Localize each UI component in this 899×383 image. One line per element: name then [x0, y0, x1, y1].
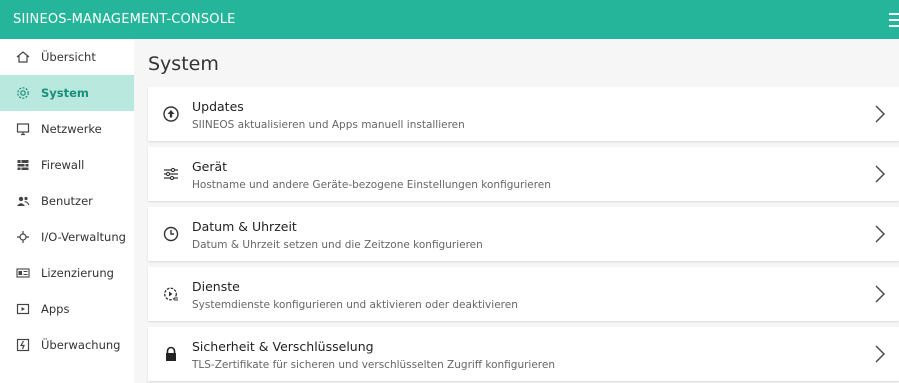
chevron-right-icon — [875, 345, 885, 363]
sidebar-item-netzwerke[interactable]: Netzwerke — [0, 111, 134, 147]
chevron-right-icon — [875, 225, 885, 243]
card-title: Datum & Uhrzeit — [192, 219, 297, 234]
sliders-icon — [164, 167, 178, 181]
card-title: Updates — [192, 99, 244, 114]
sidebar-item-label: Firewall — [41, 158, 85, 172]
card-updates[interactable]: Updates SIINEOS aktualisieren und Apps m… — [148, 87, 899, 141]
card-geraet[interactable]: Gerät Hostname und andere Geräte-bezogen… — [148, 147, 899, 201]
card-description: Hostname und andere Geräte-bezogene Eins… — [192, 179, 551, 191]
upload-icon — [163, 106, 179, 122]
io-icon — [17, 231, 29, 243]
monitor-icon — [16, 123, 30, 136]
apps-icon — [16, 303, 30, 315]
card-description: Systemdienste konfigurieren und aktivier… — [192, 299, 518, 311]
card-title: Dienste — [192, 279, 240, 294]
sidebar-item-apps[interactable]: Apps — [0, 291, 134, 327]
chevron-right-icon — [875, 105, 885, 123]
clock-icon — [163, 226, 179, 242]
card-description: Datum & Uhrzeit setzen und die Zeitzone … — [192, 239, 483, 251]
chevron-right-icon — [875, 165, 885, 183]
home-icon — [16, 51, 30, 63]
lock-icon — [166, 346, 176, 361]
sidebar-item-label: Lizenzierung — [41, 266, 114, 280]
sidebar-item-firewall[interactable]: Firewall — [0, 147, 134, 183]
sidebar-item-label: Apps — [41, 302, 70, 316]
gear-icon — [17, 87, 29, 99]
sidebar-item-label: Benutzer — [41, 194, 93, 208]
card-datum-uhrzeit[interactable]: Datum & Uhrzeit Datum & Uhrzeit setzen u… — [148, 207, 899, 261]
sidebar-item-io-verwaltung[interactable]: I/O-Verwaltung — [0, 219, 134, 255]
chevron-right-icon — [875, 285, 885, 303]
sidebar-item-ueberwachung[interactable]: Überwachung — [0, 327, 134, 363]
sidebar-item-label: Netzwerke — [41, 122, 102, 136]
sidebar-item-label: Überwachung — [41, 338, 121, 352]
page-title: System — [148, 53, 219, 75]
sidebar: Übersicht System Netzwerke Firewall Benu… — [0, 39, 134, 383]
sidebar-item-label: Übersicht — [41, 50, 96, 64]
top-bar: SIINEOS-MANAGEMENT-CONSOLE — [0, 0, 899, 39]
monitoring-icon — [16, 338, 30, 352]
card-title: Sicherheit & Verschlüsselung — [192, 339, 374, 354]
sidebar-item-system[interactable]: System — [0, 75, 134, 111]
sidebar-item-uebersicht[interactable]: Übersicht — [0, 39, 134, 75]
sidebar-item-label: I/O-Verwaltung — [41, 230, 126, 244]
license-icon — [16, 268, 30, 278]
card-description: TLS-Zertifikate für sicheren und verschl… — [192, 359, 555, 371]
card-title: Gerät — [192, 159, 228, 174]
sidebar-item-label: System — [41, 86, 89, 100]
hamburger-menu-icon[interactable] — [889, 13, 899, 27]
sidebar-item-lizenzierung[interactable]: Lizenzierung — [0, 255, 134, 291]
card-dienste[interactable]: Dienste Systemdienste konfigurieren und … — [148, 267, 899, 321]
card-description: SIINEOS aktualisieren und Apps manuell i… — [192, 119, 465, 131]
sidebar-item-benutzer[interactable]: Benutzer — [0, 183, 134, 219]
app-title: SIINEOS-MANAGEMENT-CONSOLE — [13, 12, 236, 27]
firewall-icon — [17, 160, 29, 170]
services-icon — [164, 287, 178, 301]
users-icon — [17, 196, 30, 206]
card-sicherheit[interactable]: Sicherheit & Verschlüsselung TLS-Zertifi… — [148, 327, 899, 381]
